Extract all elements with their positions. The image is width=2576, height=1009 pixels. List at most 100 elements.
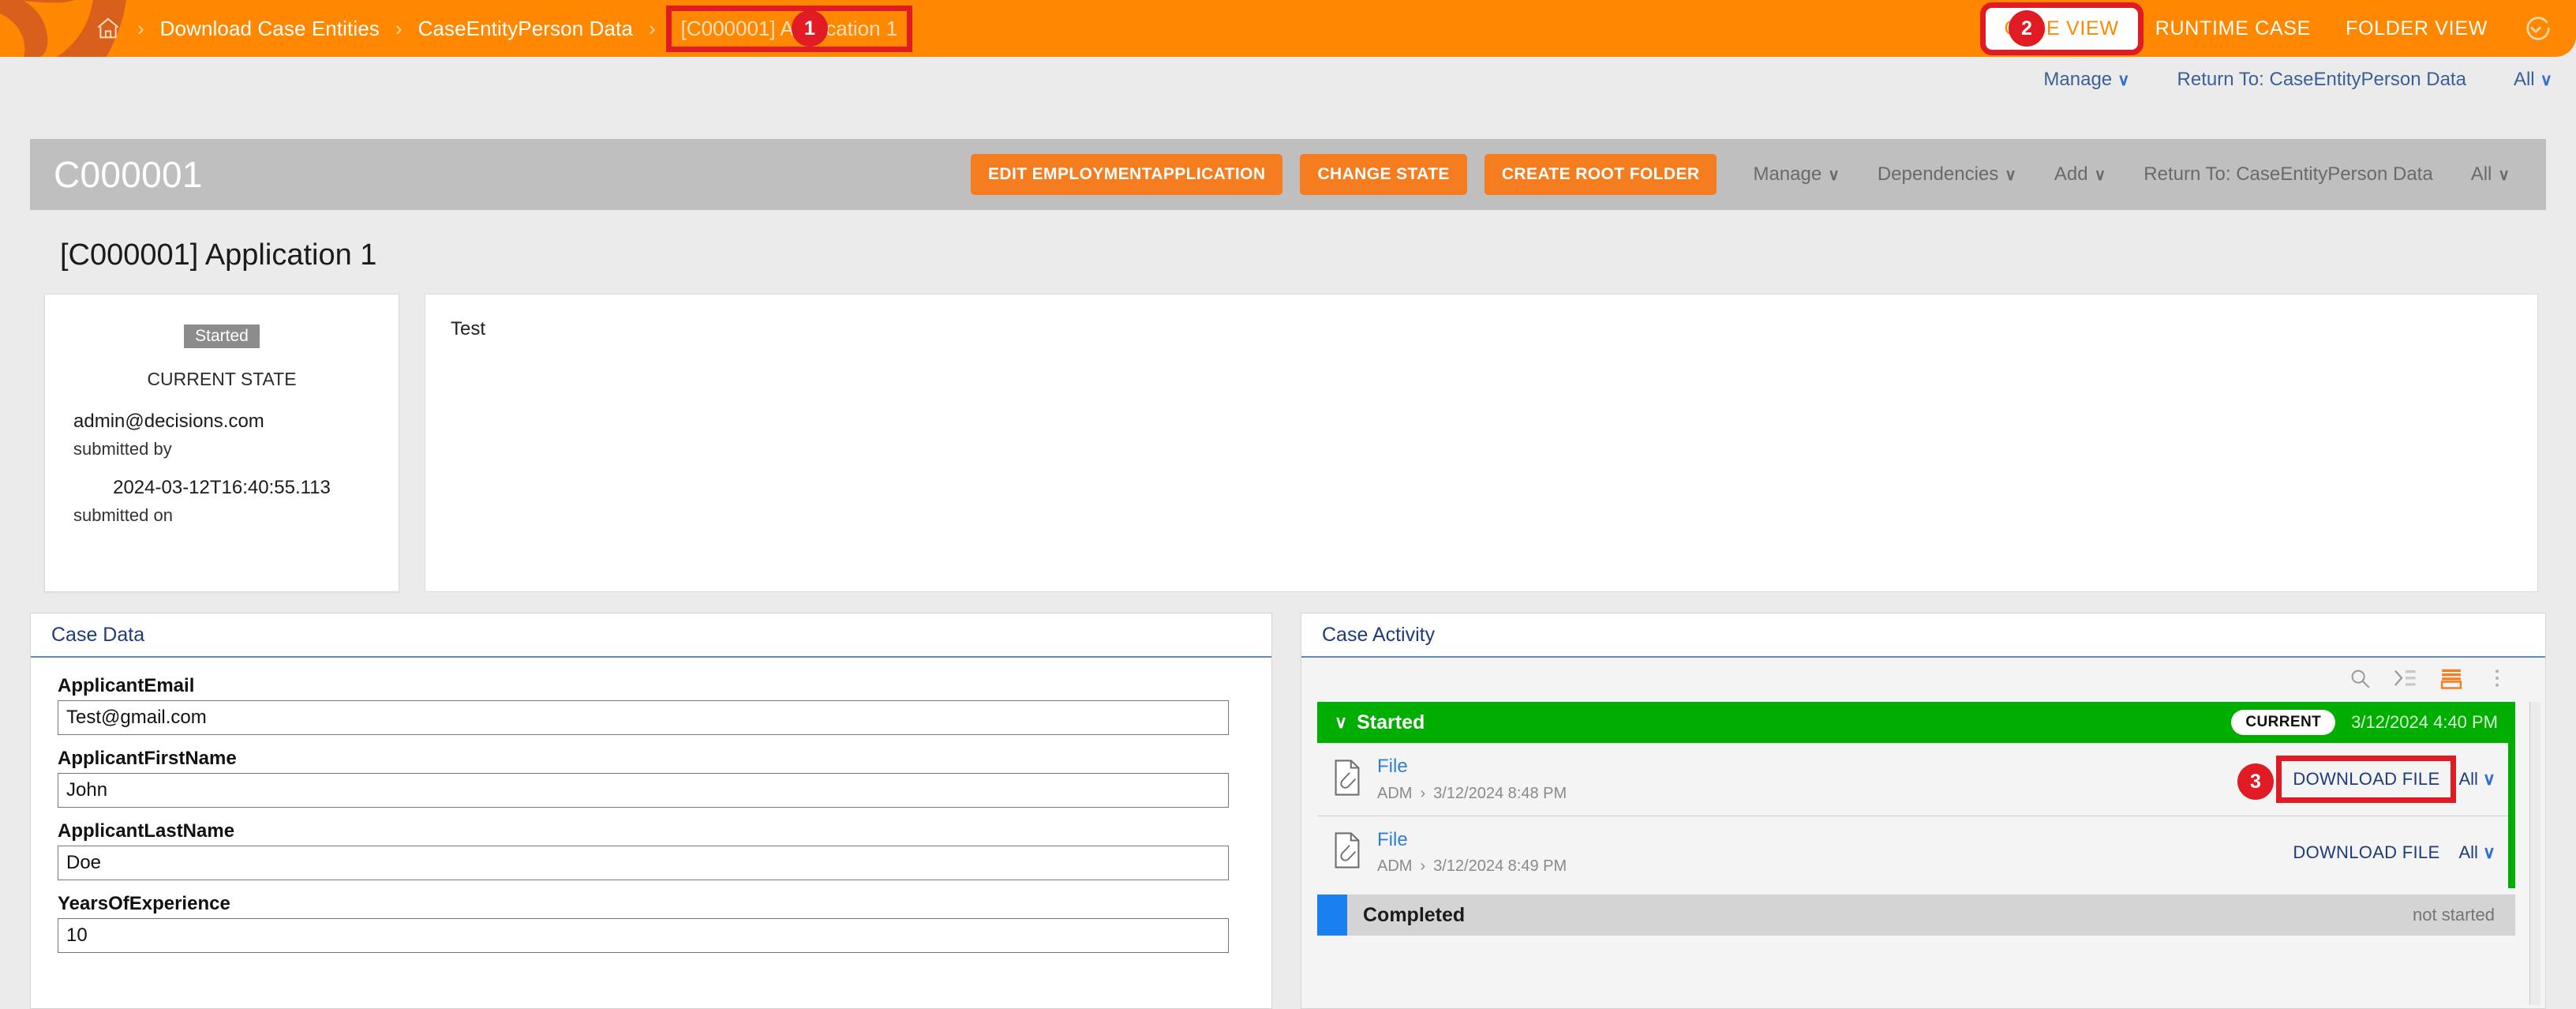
- refresh-icon[interactable]: [2505, 13, 2576, 44]
- case-note-panel: Test: [425, 294, 2538, 592]
- chevron-down-icon: ∨: [2005, 167, 2016, 184]
- more-vertical-icon[interactable]: [2485, 666, 2509, 694]
- breadcrumb-item-caseentityperson-data[interactable]: CaseEntityPerson Data: [418, 17, 633, 41]
- row-meta: ADM › 3/12/2024 8:49 PM: [1377, 857, 1567, 876]
- activity-group-completed[interactable]: Completed not started: [1317, 895, 2515, 936]
- submitted-on-value: 2024-03-12T16:40:55.113: [113, 477, 331, 498]
- row-text-block: File ADM › 3/12/2024 8:48 PM: [1377, 756, 1567, 803]
- search-icon[interactable]: [2348, 666, 2372, 694]
- field-label-applicantemail: ApplicantEmail: [58, 675, 195, 696]
- case-activity-list: ∨ Started CURRENT 3/12/2024 4:40 PM File…: [1317, 702, 2515, 1008]
- secondary-nav: Manage ∨ Return To: CaseEntityPerson Data…: [2020, 57, 2576, 103]
- collapse-list-icon[interactable]: [2394, 666, 2417, 694]
- home-icon[interactable]: [95, 15, 122, 42]
- breadcrumb-separator-3: ›: [648, 17, 656, 40]
- subnav-item-return-to[interactable]: Return To: CaseEntityPerson Data: [2154, 69, 2490, 91]
- row-all-menu-label: All: [2458, 842, 2478, 862]
- breadcrumb-item-download-case-entities[interactable]: Download Case Entities: [160, 17, 380, 41]
- file-link[interactable]: File: [1377, 829, 1408, 850]
- case-action-toolbar: EDIT EMPLOYMENTAPPLICATION CHANGE STATE …: [970, 154, 2546, 195]
- status-badge: Started: [184, 324, 260, 348]
- case-title-bar: C000001 EDIT EMPLOYMENTAPPLICATION CHANG…: [30, 139, 2546, 210]
- field-label-applicantfirstname: ApplicantFirstName: [58, 748, 237, 769]
- yearsofexperience-input[interactable]: [58, 918, 1229, 953]
- row-all-menu-label: All: [2458, 769, 2478, 789]
- list-view-icon[interactable]: [2439, 666, 2463, 694]
- submitted-on-label: submitted on: [73, 505, 173, 525]
- row-date: 3/12/2024 8:48 PM: [1433, 784, 1567, 802]
- case-id-heading: C000001: [54, 154, 203, 195]
- subnav-item-manage-label: Manage: [2043, 69, 2113, 90]
- completed-color-bar: [1317, 895, 1347, 936]
- case-data-panel-header: Case Data: [31, 613, 1271, 658]
- activity-group-completed-status: not started: [2413, 905, 2495, 925]
- edit-employmentapplication-button[interactable]: EDIT EMPLOYMENTAPPLICATION: [970, 154, 1283, 195]
- tab-folder-view[interactable]: FOLDER VIEW: [2328, 17, 2505, 40]
- page-title: [C000001] Application 1: [60, 238, 377, 272]
- file-link[interactable]: File: [1377, 756, 1408, 777]
- submitted-by-value: admin@decisions.com: [73, 411, 264, 432]
- subnav-item-manage[interactable]: Manage ∨: [2020, 69, 2153, 91]
- titlebar-menu-add-label: Add: [2054, 163, 2088, 185]
- chevron-down-icon: ∨: [2094, 167, 2106, 184]
- annotation-badge-3: 3: [2237, 763, 2274, 800]
- chevron-down-icon[interactable]: ∨: [1335, 712, 1347, 733]
- activity-group-started-date: 3/12/2024 4:40 PM: [2351, 712, 2498, 732]
- download-file-button[interactable]: DOWNLOAD FILE: [2282, 835, 2451, 871]
- table-row[interactable]: File ADM › 3/12/2024 8:48 PM DOWNLOAD FILE…: [1317, 743, 2508, 816]
- activity-group-started-label: Started: [1357, 711, 1425, 733]
- row-user: ADM: [1377, 784, 1413, 802]
- applicantemail-input[interactable]: [58, 700, 1229, 735]
- titlebar-menu-all[interactable]: All ∨: [2452, 163, 2529, 186]
- row-all-menu[interactable]: All ∨: [2451, 769, 2496, 790]
- activity-group-started[interactable]: ∨ Started CURRENT 3/12/2024 4:40 PM: [1317, 702, 2515, 743]
- case-activity-panel: Case Activity ∨ Started CURRENT 3/12/202…: [1301, 613, 2546, 1009]
- activity-group-completed-label: Completed: [1363, 903, 1466, 926]
- breadcrumb-item-current-application[interactable]: [C000001] Application 1: [665, 5, 913, 52]
- applicantlastname-input[interactable]: [58, 846, 1229, 880]
- subnav-item-all-label: All: [2513, 69, 2535, 90]
- tab-runtime-case[interactable]: RUNTIME CASE: [2138, 17, 2328, 40]
- table-row[interactable]: File ADM › 3/12/2024 8:49 PM DOWNLOAD FILE…: [1317, 816, 2508, 888]
- field-label-yearsofexperience: YearsOfExperience: [58, 893, 230, 914]
- titlebar-menu-manage[interactable]: Manage ∨: [1734, 163, 1858, 186]
- current-state-card: Started CURRENT STATE admin@decisions.co…: [44, 294, 399, 592]
- titlebar-menu-return-to[interactable]: Return To: CaseEntityPerson Data: [2125, 163, 2451, 186]
- row-meta: ADM › 3/12/2024 8:48 PM: [1377, 785, 1567, 803]
- field-label-applicantlastname: ApplicantLastName: [58, 820, 235, 842]
- chevron-down-icon: ∨: [2540, 71, 2552, 89]
- titlebar-menu-add[interactable]: Add ∨: [2035, 163, 2125, 186]
- row-date: 3/12/2024 8:49 PM: [1433, 857, 1567, 876]
- titlebar-menu-dependencies[interactable]: Dependencies ∨: [1859, 163, 2035, 186]
- row-separator: ›: [1420, 784, 1426, 802]
- titlebar-menu-manage-label: Manage: [1753, 163, 1822, 185]
- case-data-panel-title: Case Data: [51, 623, 145, 646]
- case-activity-panel-header: Case Activity: [1301, 613, 2545, 658]
- row-separator: ›: [1420, 857, 1426, 876]
- breadcrumb-separator-2: ›: [395, 17, 402, 40]
- applicantfirstname-input[interactable]: [58, 773, 1229, 808]
- case-note-text: Test: [451, 318, 486, 339]
- case-data-panel: Case Data ApplicantEmail ApplicantFirstN…: [30, 613, 1272, 1009]
- breadcrumb: › Download Case Entities › CaseEntityPer…: [95, 0, 913, 57]
- annotation-badge-2: 2: [2009, 10, 2045, 47]
- subnav-item-all[interactable]: All ∨: [2490, 69, 2576, 91]
- row-user: ADM: [1377, 857, 1413, 876]
- case-data-form: ApplicantEmail ApplicantFirstName Applic…: [31, 658, 1271, 953]
- row-text-block: File ADM › 3/12/2024 8:49 PM: [1377, 829, 1567, 876]
- activity-scrollbar[interactable]: [2529, 702, 2540, 1005]
- create-root-folder-button[interactable]: CREATE ROOT FOLDER: [1484, 154, 1717, 195]
- chevron-down-icon: ∨: [2482, 842, 2496, 862]
- titlebar-menu-all-label: All: [2470, 163, 2492, 185]
- submitted-by-label: submitted by: [73, 439, 172, 459]
- file-attachment-icon: [1331, 759, 1363, 801]
- case-activity-toolbar: [1301, 658, 2545, 702]
- row-actions: DOWNLOAD FILE All ∨: [2276, 756, 2508, 803]
- row-all-menu[interactable]: All ∨: [2451, 842, 2496, 863]
- case-activity-panel-title: Case Activity: [1322, 623, 1436, 646]
- activity-rows: File ADM › 3/12/2024 8:48 PM DOWNLOAD FILE…: [1317, 743, 2515, 888]
- current-status-badge: CURRENT: [2231, 710, 2336, 735]
- change-state-button[interactable]: CHANGE STATE: [1300, 154, 1467, 195]
- download-file-button[interactable]: DOWNLOAD FILE: [2276, 756, 2457, 803]
- current-state-caption: CURRENT STATE: [147, 369, 297, 389]
